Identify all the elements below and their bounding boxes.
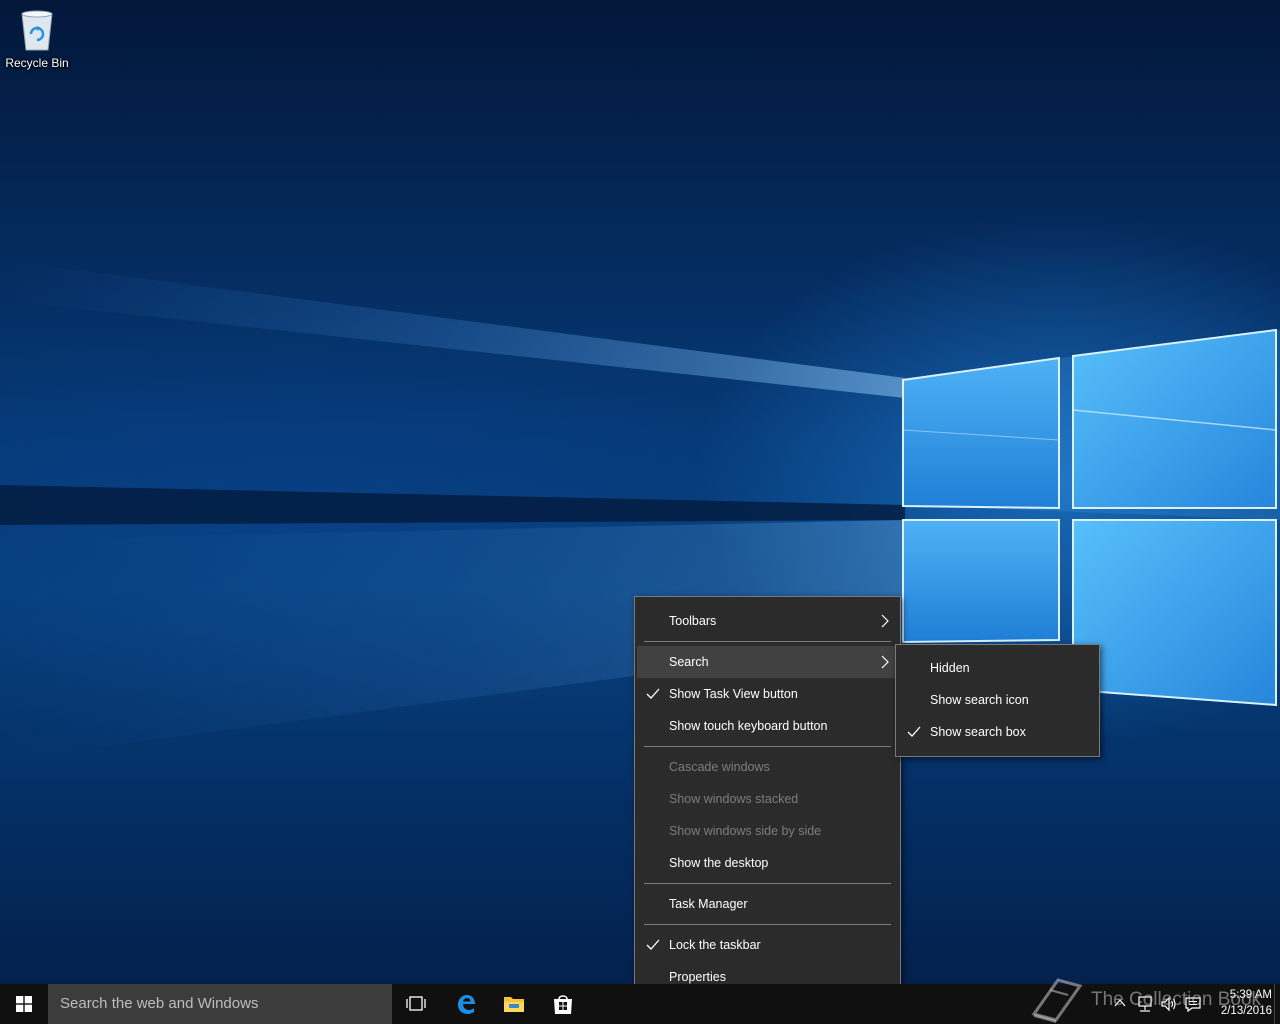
checkmark-icon (646, 688, 660, 699)
recycle-bin-desktop-icon[interactable]: Recycle Bin (4, 6, 70, 74)
menu-item-show-task-view-button[interactable]: Show Task View button (637, 678, 898, 710)
menu-item-lock-the-taskbar[interactable]: Lock the taskbar (637, 929, 898, 961)
system-tray (1108, 984, 1204, 1024)
taskbar-context-menu: Toolbars Search Show Task View button Sh… (634, 596, 901, 1002)
menu-item-label: Toolbars (669, 614, 717, 628)
menu-item-show-touch-keyboard-button[interactable]: Show touch keyboard button (637, 710, 898, 742)
menu-item-toolbars[interactable]: Toolbars (637, 605, 898, 637)
menu-separator (644, 641, 891, 642)
volume-icon[interactable] (1160, 995, 1178, 1013)
menu-separator (644, 883, 891, 884)
store-icon (554, 995, 572, 1014)
menu-item-label: Show search box (930, 725, 1026, 739)
edge-icon (458, 995, 475, 1014)
menu-item-label: Show windows stacked (669, 792, 799, 806)
menu-item-label: Hidden (930, 661, 970, 675)
start-button[interactable] (0, 984, 48, 1024)
edge-taskbar-button[interactable] (442, 984, 490, 1024)
menu-item-label: Show Task View button (669, 687, 798, 701)
menu-item-label: Cascade windows (669, 760, 770, 774)
store-taskbar-button[interactable] (539, 984, 587, 1024)
menu-item-label: Show the desktop (669, 856, 769, 870)
checkmark-icon (907, 726, 921, 737)
chevron-up-icon[interactable] (1114, 998, 1126, 1008)
menu-item-label: Show search icon (930, 693, 1029, 707)
task-view-icon (406, 996, 426, 1011)
menu-item-task-manager[interactable]: Task Manager (637, 888, 898, 920)
search-box[interactable]: Search the web and Windows (48, 984, 392, 1024)
menu-item-label: Show windows side by side (669, 824, 822, 838)
windows-logo-icon (16, 996, 32, 1012)
menu-item-label: Properties (669, 970, 726, 984)
file-explorer-taskbar-button[interactable] (490, 984, 538, 1024)
show-desktop-button[interactable] (1274, 984, 1280, 1024)
task-view-button[interactable] (392, 984, 440, 1024)
taskbar: Search the web and Windows 5:39 AM 2/13/… (0, 984, 1280, 1024)
taskbar-clock[interactable]: 5:39 AM 2/13/2016 (1206, 987, 1272, 1019)
menu-item-show-windows-stacked: Show windows stacked (637, 783, 898, 815)
menu-item-show-the-desktop[interactable]: Show the desktop (637, 847, 898, 879)
menu-item-label: Lock the taskbar (669, 938, 761, 952)
menu-separator (644, 924, 891, 925)
action-center-icon[interactable] (1184, 995, 1202, 1013)
menu-item-label: Show touch keyboard button (669, 719, 828, 733)
clock-time: 5:39 AM (1229, 989, 1272, 1001)
menu-item-show-windows-side-by-side: Show windows side by side (637, 815, 898, 847)
submenu-item-hidden[interactable]: Hidden (898, 652, 1097, 684)
network-icon[interactable] (1136, 995, 1154, 1013)
menu-item-search[interactable]: Search (637, 646, 898, 678)
search-placeholder: Search the web and Windows (60, 995, 259, 1012)
chevron-right-icon (881, 655, 889, 669)
recycle-bin-icon (21, 10, 53, 51)
submenu-item-show-search-box[interactable]: Show search box (898, 716, 1097, 748)
checkmark-icon (646, 939, 660, 950)
menu-item-cascade-windows: Cascade windows (637, 751, 898, 783)
menu-item-label: Search (669, 655, 709, 669)
menu-item-label: Task Manager (669, 897, 748, 911)
search-submenu: Hidden Show search icon Show search box (895, 644, 1100, 757)
submenu-item-show-search-icon[interactable]: Show search icon (898, 684, 1097, 716)
menu-separator (644, 746, 891, 747)
chevron-right-icon (881, 614, 889, 628)
recycle-bin-label: Recycle Bin (5, 56, 69, 70)
file-explorer-icon (504, 997, 524, 1012)
clock-date: 2/13/2016 (1220, 1005, 1272, 1017)
